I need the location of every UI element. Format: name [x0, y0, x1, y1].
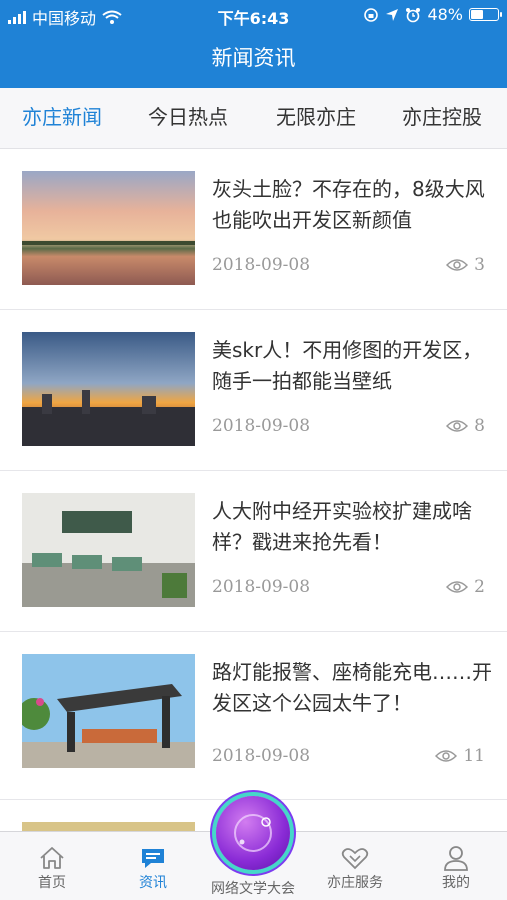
view-count-value: 2 [474, 577, 485, 597]
news-item[interactable]: 灰头土脸？不存在的，8级大风也能吹出开发区新颜值 2018-09-08 3 [0, 149, 507, 310]
eye-icon [446, 420, 469, 432]
status-bar: 中国移动 下午6:43 48% [0, 0, 507, 30]
nav-news-label: 资讯 [139, 875, 167, 891]
handshake-icon [341, 848, 369, 870]
view-count: 3 [446, 255, 485, 275]
nav-literature-label: 网络文学大会 [211, 881, 295, 897]
city-sunset-photo [22, 332, 195, 446]
news-title: 灰头土脸？不存在的，8级大风也能吹出开发区新颜值 [212, 177, 485, 232]
view-count-value: 11 [463, 746, 485, 766]
news-item[interactable]: 美skr人！不用修图的开发区，随手一拍都能当壁纸 2018-09-08 8 [0, 310, 507, 471]
home-icon [40, 847, 64, 869]
view-count-value: 3 [474, 255, 485, 275]
news-list: 灰头土脸？不存在的，8级大风也能吹出开发区新颜值 2018-09-08 3 美s… [0, 149, 507, 840]
battery-percent: 48% [427, 5, 463, 24]
view-count-value: 8 [474, 416, 485, 436]
nav-news[interactable]: 资讯 [108, 844, 198, 892]
category-tabs: 亦庄新闻 今日热点 无限亦庄 亦庄控股 [0, 88, 507, 149]
literature-conference-button[interactable] [216, 796, 290, 870]
tab-yizhuang-news[interactable]: 亦庄新闻 [22, 101, 102, 130]
news-date: 2018-09-08 [212, 577, 311, 597]
news-icon [142, 849, 164, 868]
battery-icon [469, 8, 502, 21]
tab-today-hot[interactable]: 今日热点 [148, 101, 228, 130]
nav-services[interactable]: 亦庄服务 [310, 844, 400, 892]
eye-icon [435, 750, 458, 762]
page-title: 新闻资讯 [211, 46, 296, 70]
planet-icon [234, 814, 272, 852]
eye-icon [446, 259, 469, 271]
top-bar: 中国移动 下午6:43 48% 新闻资讯 [0, 0, 507, 88]
view-count: 2 [446, 577, 485, 597]
tab-infinite-yizhuang[interactable]: 无限亦庄 [276, 101, 356, 130]
nav-literature-conference[interactable]: 网络文学大会 [208, 878, 298, 898]
view-count: 8 [446, 416, 485, 436]
tab-yizhuang-holdings[interactable]: 亦庄控股 [402, 101, 482, 130]
location-icon [386, 8, 399, 21]
news-title: 路灯能报警、座椅能充电……开发区这个公园太牛了！ [212, 660, 492, 715]
nav-services-label: 亦庄服务 [327, 875, 383, 891]
news-title: 美skr人！不用修图的开发区，随手一拍都能当壁纸 [212, 338, 483, 393]
nav-home[interactable]: 首页 [7, 844, 97, 892]
nav-home-label: 首页 [38, 875, 66, 891]
nav-profile-label: 我的 [442, 875, 470, 891]
nav-profile[interactable]: 我的 [411, 844, 501, 892]
classroom-photo [22, 493, 195, 607]
news-date: 2018-09-08 [212, 255, 311, 275]
park-pavilion-photo [22, 654, 195, 768]
news-date: 2018-09-08 [212, 746, 311, 766]
lock-rotation-icon [364, 7, 379, 22]
news-item[interactable]: 人大附中经开实验校扩建成啥样？戳进来抢先看！ 2018-09-08 2 [0, 471, 507, 632]
alarm-icon [406, 7, 421, 22]
user-icon [444, 846, 468, 871]
view-count: 11 [435, 746, 485, 766]
sunset-lake-photo [22, 171, 195, 285]
eye-icon [446, 581, 469, 593]
news-title: 人大附中经开实验校扩建成啥样？戳进来抢先看！ [212, 499, 472, 554]
news-date: 2018-09-08 [212, 416, 311, 436]
news-item[interactable]: 路灯能报警、座椅能充电……开发区这个公园太牛了！ 2018-09-08 11 [0, 632, 507, 800]
